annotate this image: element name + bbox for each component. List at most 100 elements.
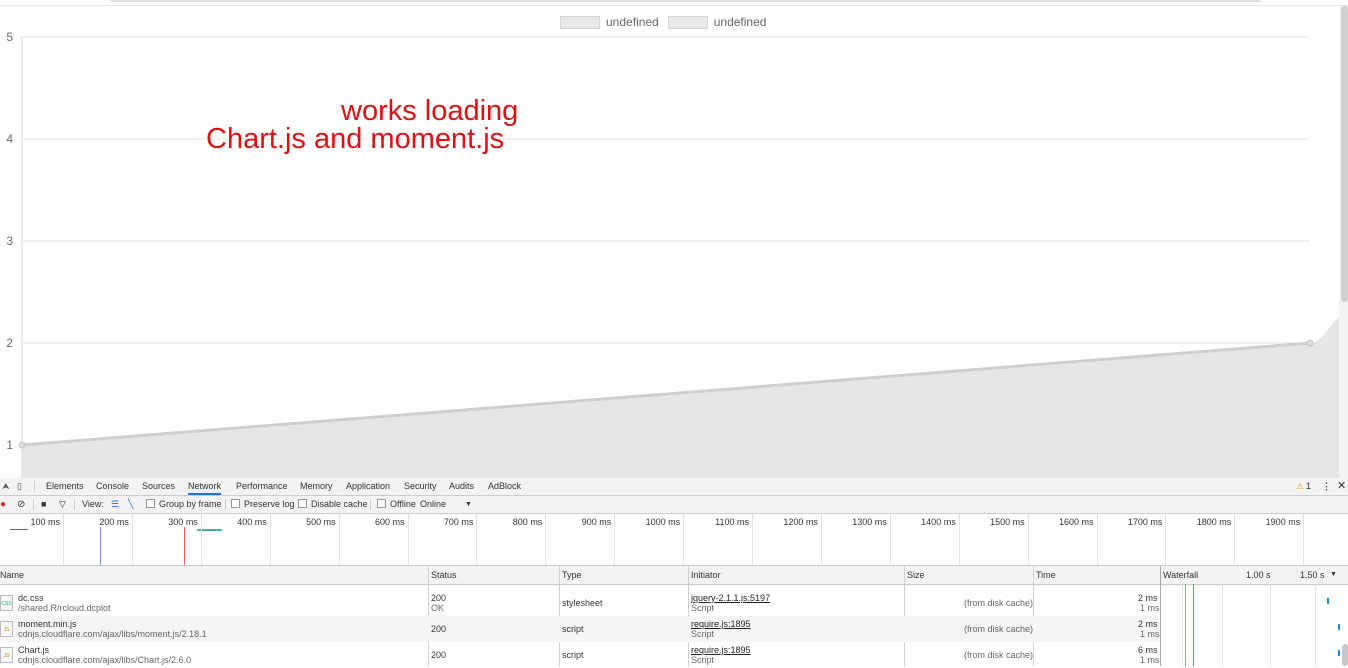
more-options-icon[interactable]: ⋮ — [1322, 478, 1331, 495]
tab-application[interactable]: Application — [346, 478, 390, 495]
view-label: View: — [82, 499, 104, 509]
overview-tick-label: 200 ms — [99, 517, 129, 527]
load-event-line — [184, 527, 185, 565]
toolbar-divider — [33, 499, 34, 510]
warning-count[interactable]: 1 — [1306, 478, 1311, 495]
devtools-scrollbar-thumb[interactable] — [1342, 644, 1348, 666]
request-initiator-link[interactable]: require.js:1895 — [691, 619, 751, 629]
filter-icon[interactable]: ▽ — [59, 496, 66, 513]
overview-tick-label: 600 ms — [374, 517, 405, 527]
tab-memory[interactable]: Memory — [300, 478, 333, 495]
tab-security[interactable]: Security — [404, 478, 437, 495]
series-area — [22, 312, 1348, 478]
y-tick-label: 4 — [6, 132, 13, 146]
chart-legend: undefined undefined — [560, 14, 775, 30]
throttle-select[interactable]: Online — [420, 496, 446, 513]
legend-item[interactable]: undefined — [667, 15, 766, 29]
request-status: 200 — [431, 650, 447, 660]
sort-down-icon[interactable]: ▼ — [1330, 566, 1337, 584]
request-size: (from disk cache) — [964, 650, 1034, 660]
js-file-icon: JS — [0, 647, 13, 663]
line-chart: 1 2 3 4 5 — [6, 30, 1348, 478]
overview-grid-line — [407, 514, 409, 565]
group-by-frame-checkbox[interactable]: Group by frame — [146, 496, 222, 513]
overview-grid-line — [545, 514, 547, 565]
waterfall-bar — [1338, 650, 1340, 656]
overview-grid-line — [63, 514, 64, 565]
record-icon[interactable]: ● — [0, 496, 6, 513]
tab-console[interactable]: Console — [96, 478, 129, 495]
page-scrollbar-thumb[interactable] — [1341, 6, 1348, 302]
column-time[interactable]: Time — [1036, 566, 1056, 584]
y-tick-label: 5 — [6, 30, 13, 44]
table-row[interactable]: CSS dc.css /shared.R/rcloud.dcplot 200 O… — [0, 590, 1160, 616]
data-point[interactable] — [18, 441, 26, 449]
camera-icon[interactable]: ■ — [41, 496, 46, 513]
column-type[interactable]: Type — [562, 566, 582, 584]
request-latency: 1 ms — [1140, 655, 1160, 665]
toolbar-divider — [225, 499, 226, 510]
legend-swatch — [667, 15, 708, 29]
request-initiator-type: Script — [691, 603, 715, 613]
css-file-icon: CSS — [0, 595, 13, 611]
chevron-down-icon[interactable]: ▼ — [465, 496, 472, 513]
request-status: 200 — [431, 624, 447, 634]
waterfall-tick: 1.00 s — [1246, 570, 1271, 580]
tab-performance[interactable]: Performance — [236, 478, 288, 495]
request-time: 6 ms — [1138, 645, 1158, 655]
column-status[interactable]: Status — [431, 566, 457, 584]
overview-tick-label: 1300 ms — [852, 517, 887, 527]
table-row[interactable]: JS Chart.js cdnjs.cloudflare.com/ajax/li… — [0, 642, 1160, 668]
request-initiator-link[interactable]: require.js:1895 — [691, 645, 751, 655]
overview-grid-line — [1027, 514, 1029, 565]
column-size[interactable]: Size — [907, 566, 925, 584]
waterfall-grid — [1270, 584, 1271, 666]
toolbar-divider — [34, 481, 35, 492]
js-file-icon: JS — [0, 621, 13, 637]
tab-audits[interactable]: Audits — [449, 478, 474, 495]
waterfall-load-line — [1193, 584, 1194, 666]
request-path: cdnjs.cloudflare.com/ajax/libs/Chart.js/… — [18, 655, 192, 665]
waterfall-tick: 1.50 s — [1300, 570, 1325, 580]
request-type: script — [562, 624, 584, 634]
overview-grid-line — [1234, 514, 1236, 565]
inspect-element-icon[interactable]: ⮝ — [2, 478, 10, 495]
toolbar-divider — [74, 499, 75, 510]
clear-icon[interactable]: ⊘ — [17, 496, 25, 513]
network-overview-timeline[interactable]: 100 ms 200 ms 300 ms 400 ms 500 ms 600 ms 700 … — [0, 514, 1348, 566]
tab-sources[interactable]: Sources — [142, 478, 175, 495]
overview-grid-line — [752, 514, 753, 565]
column-waterfall[interactable]: Waterfall — [1163, 566, 1198, 584]
data-point[interactable] — [1306, 339, 1314, 347]
overview-grid-line — [683, 514, 685, 565]
overview-grid-line — [131, 514, 133, 565]
large-rows-icon[interactable]: ☰ — [111, 496, 119, 513]
y-tick-label: 2 — [6, 336, 13, 350]
waterfall-view-icon[interactable]: ╲ — [128, 496, 133, 513]
request-name: dc.css — [18, 593, 44, 603]
overview-tick-label: 1000 ms — [645, 517, 681, 527]
overview-grid-line — [958, 514, 960, 565]
tab-network[interactable]: Network — [188, 478, 222, 495]
preserve-log-checkbox[interactable]: Preserve log — [231, 496, 295, 513]
request-size: (from disk cache) — [964, 624, 1034, 634]
device-toolbar-icon[interactable]: ▯ — [17, 478, 22, 495]
request-path: cdnjs.cloudflare.com/ajax/libs/moment.js… — [18, 629, 207, 639]
request-initiator-type: Script — [691, 629, 715, 639]
offline-checkbox[interactable]: Offline — [377, 496, 416, 513]
warning-icon[interactable]: ⚠ — [1296, 478, 1304, 495]
close-devtools-icon[interactable]: ✕ — [1337, 478, 1346, 495]
tab-adblock[interactable]: AdBlock — [488, 478, 521, 495]
legend-item[interactable]: undefined — [560, 15, 659, 29]
overview-grid-line — [614, 514, 616, 565]
overview-tick-label: 100 ms — [30, 517, 60, 527]
request-latency: 1 ms — [1140, 603, 1160, 613]
disable-cache-checkbox[interactable]: Disable cache — [298, 496, 368, 513]
table-row[interactable]: JS moment.min.js cdnjs.cloudflare.com/aj… — [0, 616, 1160, 642]
overview-tick-label: 800 ms — [512, 517, 543, 527]
request-type: stylesheet — [562, 598, 603, 608]
request-initiator-link[interactable]: jquery-2.1.1.js:5197 — [691, 593, 770, 603]
tab-elements[interactable]: Elements — [46, 478, 84, 495]
column-name[interactable]: Name — [0, 566, 24, 584]
column-initiator[interactable]: Initiator — [691, 566, 721, 584]
